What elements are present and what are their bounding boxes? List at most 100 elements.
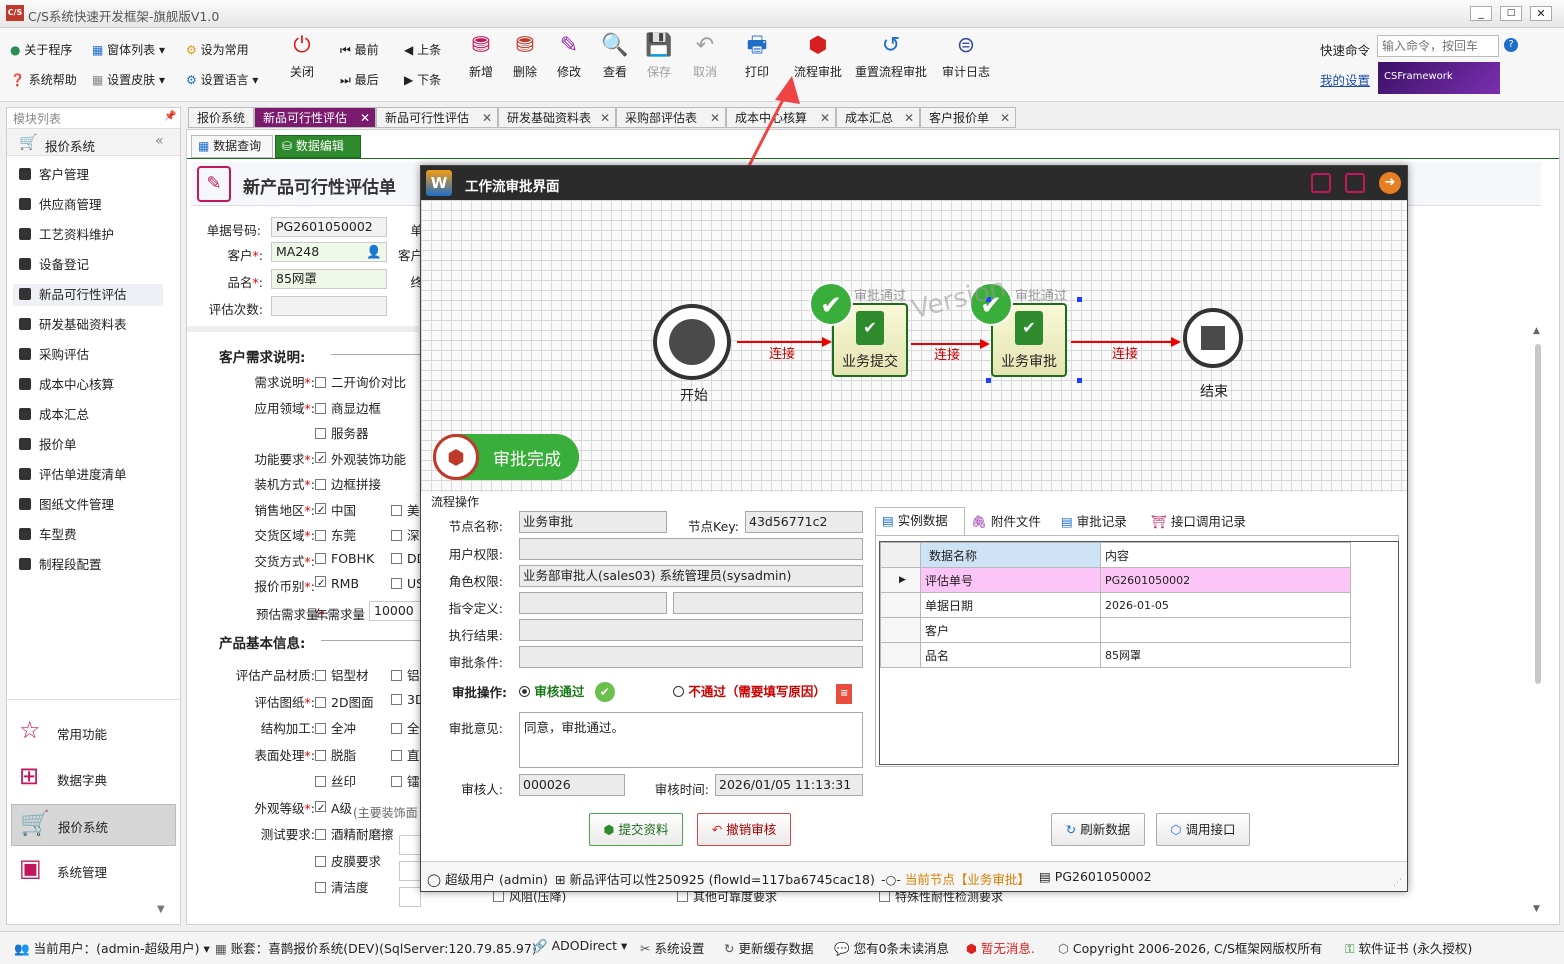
status-settings[interactable]: ✂ 系统设置 [640,938,704,957]
minimize-button[interactable]: _ [1470,6,1492,21]
edit-button[interactable]: ✎ 修改 [552,32,586,80]
cond-field[interactable] [519,646,863,668]
product-field[interactable]: 85网罩 [271,269,387,289]
tab-attachments[interactable]: 🖇 附件文件 [967,511,1041,530]
customer-field[interactable]: MA248 👤 [271,242,387,262]
status-account[interactable]: ▦ 账套：喜鹊报价系统(DEV)(SqlServer:120.79.85.97) [215,938,537,957]
op-pass-radio[interactable]: 审核通过 ✔ [519,681,615,702]
doc-tab[interactable]: 成本汇总 ✕ [836,107,920,128]
collapse-icon[interactable]: « [155,133,164,149]
scroll-thumb[interactable] [1535,344,1541,684]
doc-no-field[interactable]: PG2601050002 [271,217,387,237]
grid-cell[interactable]: PG2601050002 [1100,567,1351,593]
close-window-button[interactable]: ✕ [1530,6,1552,21]
grid-cell[interactable]: 单据日期 [920,592,1101,618]
grid-cell[interactable]: 客户 [920,617,1101,643]
status-cert[interactable]: ⚿ 软件证书 (永久授权) [1345,938,1472,957]
help-round-icon[interactable]: ? [1504,38,1518,52]
reviewer-field[interactable]: 000026 [519,774,625,796]
status-user[interactable]: 👥 当前用户：(admin-超级用户) ▾ [14,938,210,957]
flow-canvas[interactable]: 开始 ✔ 业务提交 ✔ 审批通过 ✔ 业务审批 ✔ 审批通过 Version 结… [421,200,1407,492]
window-list-button[interactable]: ▦ 窗体列表 ▾ [92,41,165,58]
form-checkbox[interactable]: 清洁度 [315,877,415,896]
table-row[interactable]: ▶ 评估单号 PG2601050002 [880,567,1351,593]
refresh-data-button[interactable]: ↻ 刷新数据 [1051,813,1145,846]
module-item[interactable]: 供应商管理 [19,194,102,216]
next-button[interactable]: ▶ 下条 [404,71,441,88]
dialog-exit-icon[interactable]: ➜ [1379,172,1401,194]
set-common-button[interactable]: ⚙ 设为常用 [186,41,249,58]
cmd-field-2[interactable] [673,592,863,614]
my-settings-link[interactable]: 我的设置 [1320,70,1370,89]
reset-flow-button[interactable]: ↺ 重置流程审批 [852,32,930,80]
save-button[interactable]: 💾 保存 [642,32,676,80]
vertical-scrollbar[interactable]: ▲ ▼ [1533,326,1545,916]
submit-data-button[interactable]: ⬢ 提交资料 [589,813,683,846]
close-tab-icon[interactable]: ✕ [904,108,914,128]
form-checkbox[interactable]: 边框拼接 [315,474,415,493]
dialog-export-icon[interactable] [1311,173,1331,193]
role-perm-field[interactable]: 业务部审批人(sales03) 系统管理员(sysadmin) [519,565,863,587]
review-time-field[interactable]: 2026/01/05 11:13:31 [715,774,863,796]
cmd-field-1[interactable] [519,592,667,614]
doc-tab[interactable]: 研发基础资料表 ✕ [498,107,616,128]
close-tab-icon[interactable]: ✕ [600,108,610,128]
close-tab-icon[interactable]: ✕ [820,108,830,128]
form-checkbox[interactable]: 皮膜要求 [315,851,415,870]
skin-button[interactable]: ▦ 设置皮肤 ▾ [92,71,165,88]
form-checkbox[interactable]: 外观装饰功能 [315,449,415,468]
resize-grip-icon[interactable]: ⋰ [1393,878,1402,888]
revoke-button[interactable]: ↶ 撤销审核 [697,813,791,846]
prev-button[interactable]: ◀ 上条 [404,41,441,58]
pin-icon[interactable]: 📌 [164,111,176,122]
status-refresh-cache[interactable]: ↻ 更新缓存数据 [724,938,813,957]
close-tab-icon[interactable]: ✕ [360,108,370,128]
module-group-header[interactable]: 🛒 报价系统 « [7,128,180,156]
first-button[interactable]: ⏮ 最前 [340,41,379,58]
delete-button[interactable]: ⛃ 删除 [508,32,542,80]
subtab-edit[interactable]: ⛁ 数据编辑 [275,135,361,158]
nav-bottom-item[interactable]: ⊞ 数据字典 [11,758,176,800]
status-ado[interactable]: 🔗 ADODirect ▾ [532,938,627,954]
grid-cell[interactable]: 品名 [920,642,1101,668]
status-messages[interactable]: 💬 您有0条未读消息 [834,938,949,957]
scroll-down-icon[interactable]: ▼ [1533,904,1540,914]
form-checkbox[interactable]: 二开询价对比 [315,372,415,391]
view-button[interactable]: 🔍 查看 [598,32,632,80]
form-checkbox[interactable]: 商显边框 [315,398,415,417]
subtab-query[interactable]: ▦ 数据查询 [191,135,273,158]
module-item[interactable]: 车型费 [19,524,77,546]
help-button[interactable]: ❓ 系统帮助 [10,71,77,88]
doc-tab[interactable]: 新品可行性评估 ✕ [376,107,498,128]
close-button[interactable]: ⏻ 关闭 [284,32,320,80]
form-checkbox[interactable]: 服务器 [315,423,415,442]
module-item[interactable]: 图纸文件管理 [19,494,114,516]
table-row[interactable]: 单据日期 2026-01-05 [880,592,1351,618]
user-perm-field[interactable] [519,538,863,560]
module-item[interactable]: 评估单进度清单 [19,464,127,486]
tab-api-records[interactable]: ⛩ 接口调用记录 [1147,511,1246,530]
add-button[interactable]: ⛃ 新增 [464,32,498,80]
doc-tab[interactable]: 客户报价单 ✕ [920,107,1016,128]
grid-cell[interactable] [1100,617,1351,643]
form-checkbox[interactable]: A级 [315,798,415,817]
doc-tab[interactable]: 新品可行性评估 ✕ [254,107,376,128]
module-item[interactable]: 成本汇总 [19,404,89,426]
module-item[interactable]: 新品可行性评估 [13,284,163,306]
opinion-textarea[interactable]: 同意，审批通过。 [519,712,863,768]
op-reject-radio[interactable]: 不通过（需要填写原因） ≡ [673,681,853,704]
grid-cell[interactable]: 评估单号 [920,567,1101,593]
grid-cell[interactable]: 85网罩 [1100,642,1351,668]
about-button[interactable]: ● 关于程序 [10,41,72,58]
module-item[interactable]: 采购评估 [19,344,89,366]
module-item[interactable]: 工艺资料维护 [19,224,114,246]
panel-scroll-down-icon[interactable]: ▼ [157,904,165,915]
scroll-up-icon[interactable]: ▲ [1533,326,1540,336]
module-item[interactable]: 研发基础资料表 [19,314,127,336]
table-row[interactable]: 客户 [880,617,1351,643]
result-field[interactable] [519,619,863,641]
user-pick-icon[interactable]: 👤 [366,243,382,261]
grid-cell[interactable]: 2026-01-05 [1100,592,1351,618]
tab-approval-records[interactable]: ▤ 审批记录 [1057,511,1127,530]
last-button[interactable]: ⏭ 最后 [340,71,379,88]
